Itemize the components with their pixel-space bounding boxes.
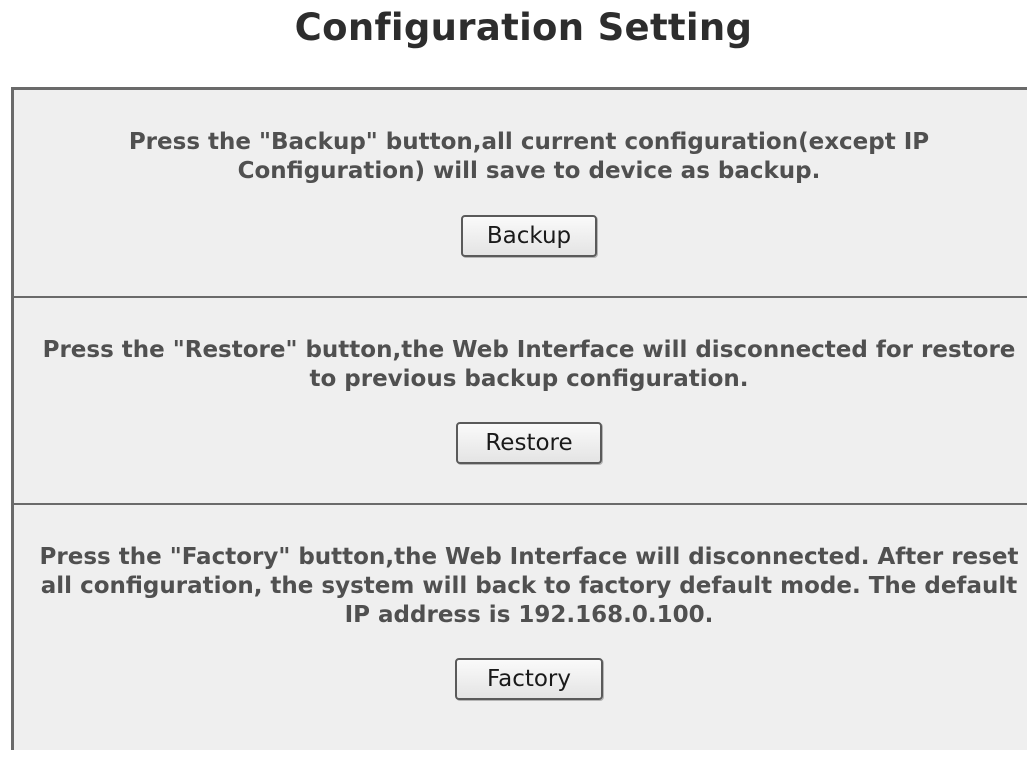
restore-button[interactable]: Restore [456, 422, 602, 464]
factory-description-line: all configuration, the system will back … [40, 573, 1018, 599]
factory-description-line: IP address is 192.168.0.100. [344, 602, 714, 628]
factory-button[interactable]: Factory [455, 658, 603, 700]
backup-description-line: Press the "Backup" button,all current co… [128, 129, 930, 155]
restore-description-line: to previous backup configuration. [309, 366, 749, 392]
factory-description-line: Press the "Factory" button,the Web Inter… [39, 544, 1019, 570]
restore-section: Press the "Restore" button,the Web Inter… [14, 298, 1027, 505]
restore-description: Press the "Restore" button,the Web Inter… [24, 336, 1027, 394]
backup-description-line: Configuration) will save to device as ba… [237, 158, 821, 184]
backup-description: Press the "Backup" button,all current co… [79, 128, 979, 186]
configuration-panel: Press the "Backup" button,all current co… [11, 87, 1027, 750]
backup-button[interactable]: Backup [461, 215, 597, 257]
restore-description-line: Press the "Restore" button,the Web Inter… [42, 337, 1016, 363]
factory-section: Press the "Factory" button,the Web Inter… [14, 505, 1027, 765]
page-title: Configuration Setting [294, 6, 753, 49]
factory-description: Press the "Factory" button,the Web Inter… [24, 543, 1027, 630]
backup-section: Press the "Backup" button,all current co… [14, 90, 1027, 298]
